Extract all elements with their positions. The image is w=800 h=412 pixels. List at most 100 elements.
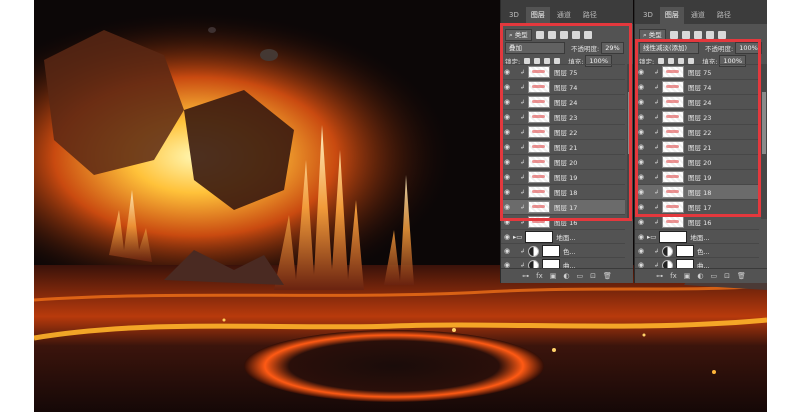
visibility-eye-icon[interactable]: ◉ <box>501 203 513 211</box>
lock-all-icon[interactable] <box>554 57 561 64</box>
type-filter-icon[interactable] <box>693 30 702 39</box>
shape-filter-icon[interactable] <box>571 30 580 39</box>
lock-all-icon[interactable] <box>688 57 695 64</box>
tab-layers[interactable]: 图层 <box>659 7 684 24</box>
visibility-eye-icon[interactable]: ◉ <box>635 98 647 106</box>
link-icon[interactable]: ⊶ <box>522 272 529 280</box>
lock-position-icon[interactable] <box>544 57 551 64</box>
layers-scrollbar[interactable] <box>761 64 767 219</box>
tab-3d[interactable]: 3D <box>504 7 524 24</box>
new-layer-icon[interactable]: ⊡ <box>724 272 730 280</box>
visibility-eye-icon[interactable]: ◉ <box>635 203 647 211</box>
visibility-eye-icon[interactable]: ◉ <box>635 247 647 255</box>
visibility-eye-icon[interactable]: ◉ <box>501 113 513 121</box>
layer-row[interactable]: ◉ ↲ 图层 16 <box>635 214 759 229</box>
scrollbar-thumb[interactable] <box>762 92 766 154</box>
layer-row[interactable]: ◉ ↲ 图层 18 <box>501 184 625 199</box>
fx-icon[interactable]: fx <box>670 272 677 280</box>
trash-icon[interactable]: 🗑 <box>737 272 746 280</box>
layer-row[interactable]: ◉ ↲ 图层 23 <box>501 109 625 124</box>
visibility-eye-icon[interactable]: ◉ <box>635 218 647 226</box>
folder-icon[interactable]: ▭ <box>710 272 717 280</box>
visibility-eye-icon[interactable]: ◉ <box>501 188 513 196</box>
layer-row[interactable]: ◉ ↲ 图层 74 <box>501 79 625 94</box>
pixel-filter-icon[interactable] <box>669 30 678 39</box>
blend-mode-select[interactable]: 叠加 <box>505 41 565 54</box>
visibility-eye-icon[interactable]: ◉ <box>635 83 647 91</box>
visibility-eye-icon[interactable]: ◉ <box>635 188 647 196</box>
tab-3d[interactable]: 3D <box>638 7 658 24</box>
layer-row[interactable]: ◉ ↲ 图层 19 <box>635 169 759 184</box>
visibility-eye-icon[interactable]: ◉ <box>501 218 513 226</box>
tab-paths[interactable]: 路径 <box>578 7 602 24</box>
layer-filter-select[interactable]: ⌕ 类型 <box>639 28 666 41</box>
visibility-eye-icon[interactable]: ◉ <box>501 68 513 76</box>
layer-row[interactable]: ◉ ↲ 图层 24 <box>501 94 625 109</box>
tab-layers[interactable]: 图层 <box>525 7 550 24</box>
adjustment-row[interactable]: ◉ ↲ 色... <box>635 243 759 258</box>
shape-filter-icon[interactable] <box>705 30 714 39</box>
visibility-eye-icon[interactable]: ◉ <box>501 233 513 241</box>
opacity-input[interactable]: 100% <box>735 41 762 54</box>
layer-row[interactable]: ◉ ↲ 图层 22 <box>501 124 625 139</box>
visibility-eye-icon[interactable]: ◉ <box>635 113 647 121</box>
layer-row[interactable]: ◉ ↲ 图层 24 <box>635 94 759 109</box>
lock-transparent-icon[interactable] <box>524 57 531 64</box>
mask-icon[interactable]: ▣ <box>684 272 691 280</box>
lock-transparent-icon[interactable] <box>658 57 665 64</box>
visibility-eye-icon[interactable]: ◉ <box>501 128 513 136</box>
adjustment-icon[interactable]: ◐ <box>563 272 569 280</box>
adjustment-filter-icon[interactable] <box>547 30 556 39</box>
visibility-eye-icon[interactable]: ◉ <box>501 98 513 106</box>
layer-row[interactable]: ◉ ↲ 图层 23 <box>635 109 759 124</box>
trash-icon[interactable]: 🗑 <box>603 272 612 280</box>
visibility-eye-icon[interactable]: ◉ <box>501 83 513 91</box>
layer-filter-select[interactable]: ⌕ 类型 <box>505 28 532 41</box>
visibility-eye-icon[interactable]: ◉ <box>501 173 513 181</box>
type-filter-icon[interactable] <box>559 30 568 39</box>
visibility-eye-icon[interactable]: ◉ <box>635 128 647 136</box>
visibility-eye-icon[interactable]: ◉ <box>635 158 647 166</box>
layer-row[interactable]: ◉ ↲ 图层 22 <box>635 124 759 139</box>
folder-icon[interactable]: ▭ <box>576 272 583 280</box>
group-row[interactable]: ◉ ▸▭ 地面... <box>635 229 759 244</box>
lock-position-icon[interactable] <box>678 57 685 64</box>
tab-paths[interactable]: 路径 <box>712 7 736 24</box>
layers-scrollbar[interactable] <box>627 64 633 219</box>
visibility-eye-icon[interactable]: ◉ <box>501 247 513 255</box>
visibility-eye-icon[interactable]: ◉ <box>635 233 647 241</box>
opacity-input[interactable]: 29% <box>601 41 624 54</box>
visibility-eye-icon[interactable]: ◉ <box>635 68 647 76</box>
layer-row[interactable]: ◉ ↲ 图层 16 <box>501 214 625 229</box>
layer-row-selected[interactable]: ◉ ↲ 图层 18 <box>635 184 759 199</box>
layer-row[interactable]: ◉ ↲ 图层 75 <box>635 64 759 79</box>
scrollbar-thumb[interactable] <box>628 92 632 154</box>
layer-row[interactable]: ◉ ↲ 图层 21 <box>635 139 759 154</box>
layer-row-selected[interactable]: ◉ ↲ 图层 17 <box>501 199 625 214</box>
visibility-eye-icon[interactable]: ◉ <box>501 143 513 151</box>
layer-row[interactable]: ◉ ↲ 图层 20 <box>501 154 625 169</box>
new-layer-icon[interactable]: ⊡ <box>590 272 596 280</box>
adjustment-filter-icon[interactable] <box>681 30 690 39</box>
layer-row[interactable]: ◉ ↲ 图层 17 <box>635 199 759 214</box>
tab-channels[interactable]: 通道 <box>686 7 710 24</box>
blend-mode-select[interactable]: 线性减淡(添加) <box>639 41 699 54</box>
lock-image-icon[interactable] <box>534 57 541 64</box>
group-row[interactable]: ◉ ▸▭ 地面... <box>501 229 625 244</box>
pixel-filter-icon[interactable] <box>535 30 544 39</box>
layer-row[interactable]: ◉ ↲ 图层 21 <box>501 139 625 154</box>
adjustment-icon[interactable]: ◐ <box>697 272 703 280</box>
lock-image-icon[interactable] <box>668 57 675 64</box>
smart-object-filter-icon[interactable] <box>583 30 592 39</box>
layer-row[interactable]: ◉ ↲ 图层 20 <box>635 154 759 169</box>
adjustment-row[interactable]: ◉ ↲ 色... <box>501 243 625 258</box>
link-icon[interactable]: ⊶ <box>656 272 663 280</box>
layer-row[interactable]: ◉ ↲ 图层 19 <box>501 169 625 184</box>
mask-icon[interactable]: ▣ <box>550 272 557 280</box>
fx-icon[interactable]: fx <box>536 272 543 280</box>
layer-row[interactable]: ◉ ↲ 图层 74 <box>635 79 759 94</box>
visibility-eye-icon[interactable]: ◉ <box>635 173 647 181</box>
visibility-eye-icon[interactable]: ◉ <box>635 143 647 151</box>
smart-object-filter-icon[interactable] <box>717 30 726 39</box>
layer-row[interactable]: ◉ ↲ 图层 75 <box>501 64 625 79</box>
